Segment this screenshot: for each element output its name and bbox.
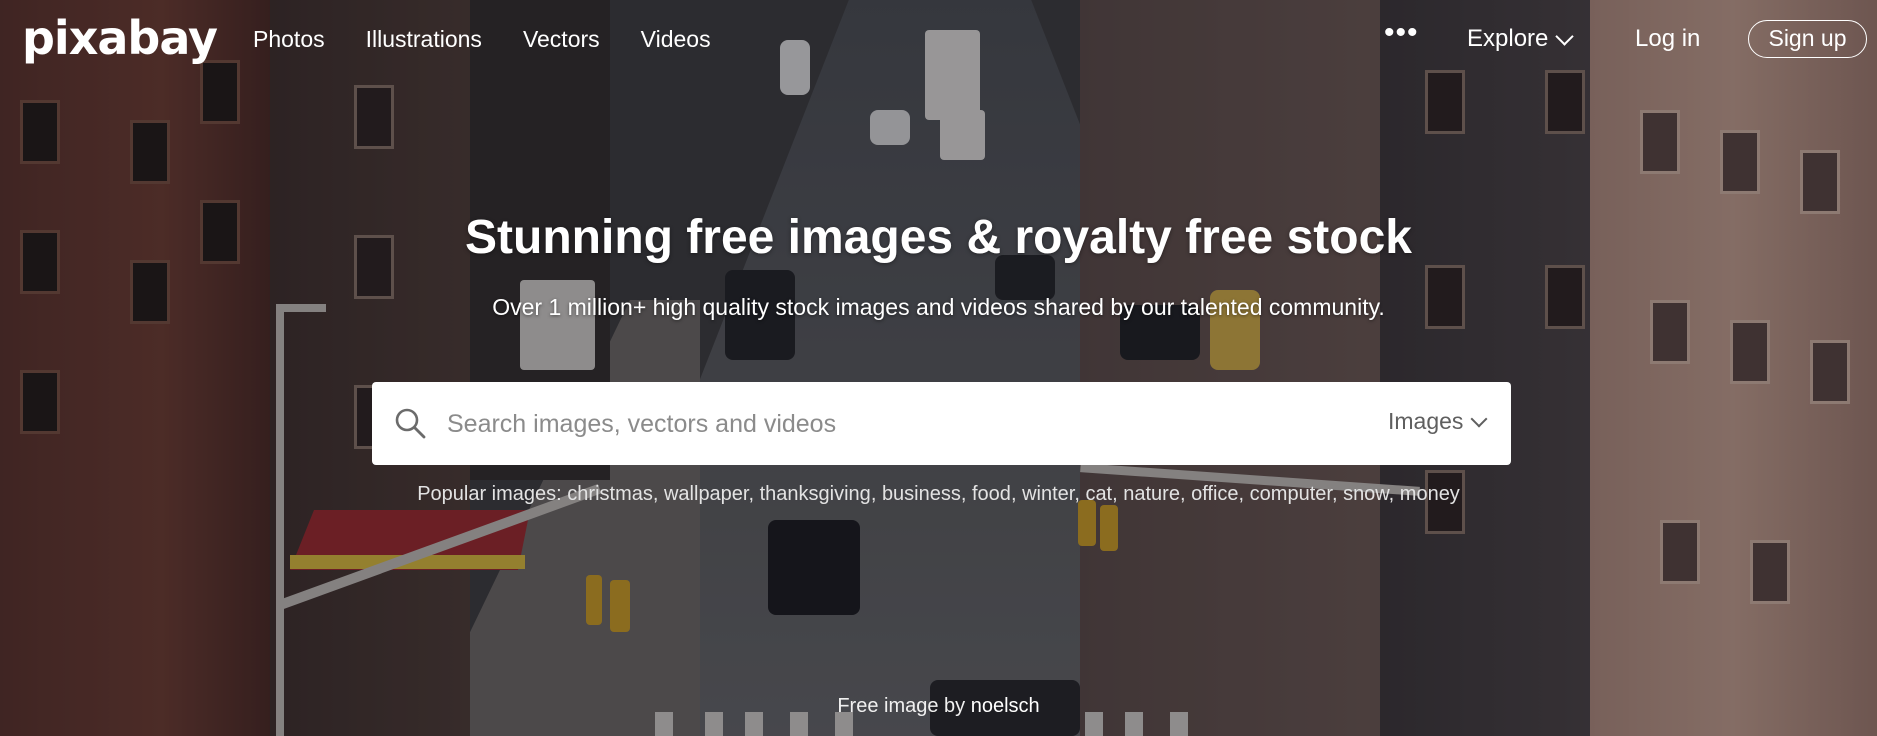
nav-vectors[interactable]: Vectors xyxy=(523,26,600,53)
popular-tag[interactable]: christmas xyxy=(567,483,653,505)
media-type-value: Images xyxy=(1388,408,1464,434)
more-menu-icon[interactable]: ••• xyxy=(1384,16,1419,50)
nav-videos[interactable]: Videos xyxy=(641,26,711,53)
nav-illustrations[interactable]: Illustrations xyxy=(366,26,482,53)
explore-label: Explore xyxy=(1467,25,1549,52)
credit-author-link[interactable]: noelsch xyxy=(971,695,1040,717)
search-bar: Images xyxy=(372,382,1511,465)
pixabay-logo[interactable]: pixabay xyxy=(22,8,218,68)
search-icon[interactable] xyxy=(393,406,427,440)
chevron-down-icon xyxy=(1470,410,1488,427)
popular-tag[interactable]: business xyxy=(882,483,961,505)
hero-title: Stunning free images & royalty free stoc… xyxy=(465,211,1412,264)
popular-tag[interactable]: money xyxy=(1400,483,1460,505)
popular-tag[interactable]: office xyxy=(1191,483,1238,505)
popular-tag[interactable]: winter xyxy=(1022,483,1074,505)
media-type-dropdown[interactable]: Images xyxy=(1388,408,1488,435)
login-link[interactable]: Log in xyxy=(1635,25,1700,53)
main-nav: Photos Illustrations Vectors Videos xyxy=(253,26,711,53)
background-photo xyxy=(0,0,1877,736)
image-credit: Free image by noelsch xyxy=(0,695,1877,718)
popular-tag[interactable]: snow xyxy=(1343,483,1389,505)
search-input[interactable] xyxy=(445,396,1239,453)
popular-tag[interactable]: cat xyxy=(1085,483,1112,505)
popular-label: Popular images: xyxy=(417,483,562,505)
signup-button[interactable]: Sign up xyxy=(1748,20,1867,58)
top-header: pixabay Photos Illustrations Vectors Vid… xyxy=(0,0,1877,80)
popular-tag[interactable]: computer xyxy=(1250,483,1332,505)
hero-subtitle: Over 1 million+ high quality stock image… xyxy=(492,294,1385,320)
chevron-down-icon xyxy=(1555,26,1575,46)
popular-tag[interactable]: food xyxy=(972,483,1011,505)
nav-photos[interactable]: Photos xyxy=(253,26,325,53)
explore-menu[interactable]: Explore xyxy=(1467,25,1575,53)
popular-images: Popular images: christmas, wallpaper, th… xyxy=(417,483,1460,505)
popular-tag[interactable]: thanksgiving xyxy=(760,483,871,505)
popular-tag[interactable]: nature xyxy=(1123,483,1180,505)
popular-tag[interactable]: wallpaper xyxy=(664,483,749,505)
credit-prefix: Free image by xyxy=(837,695,966,717)
